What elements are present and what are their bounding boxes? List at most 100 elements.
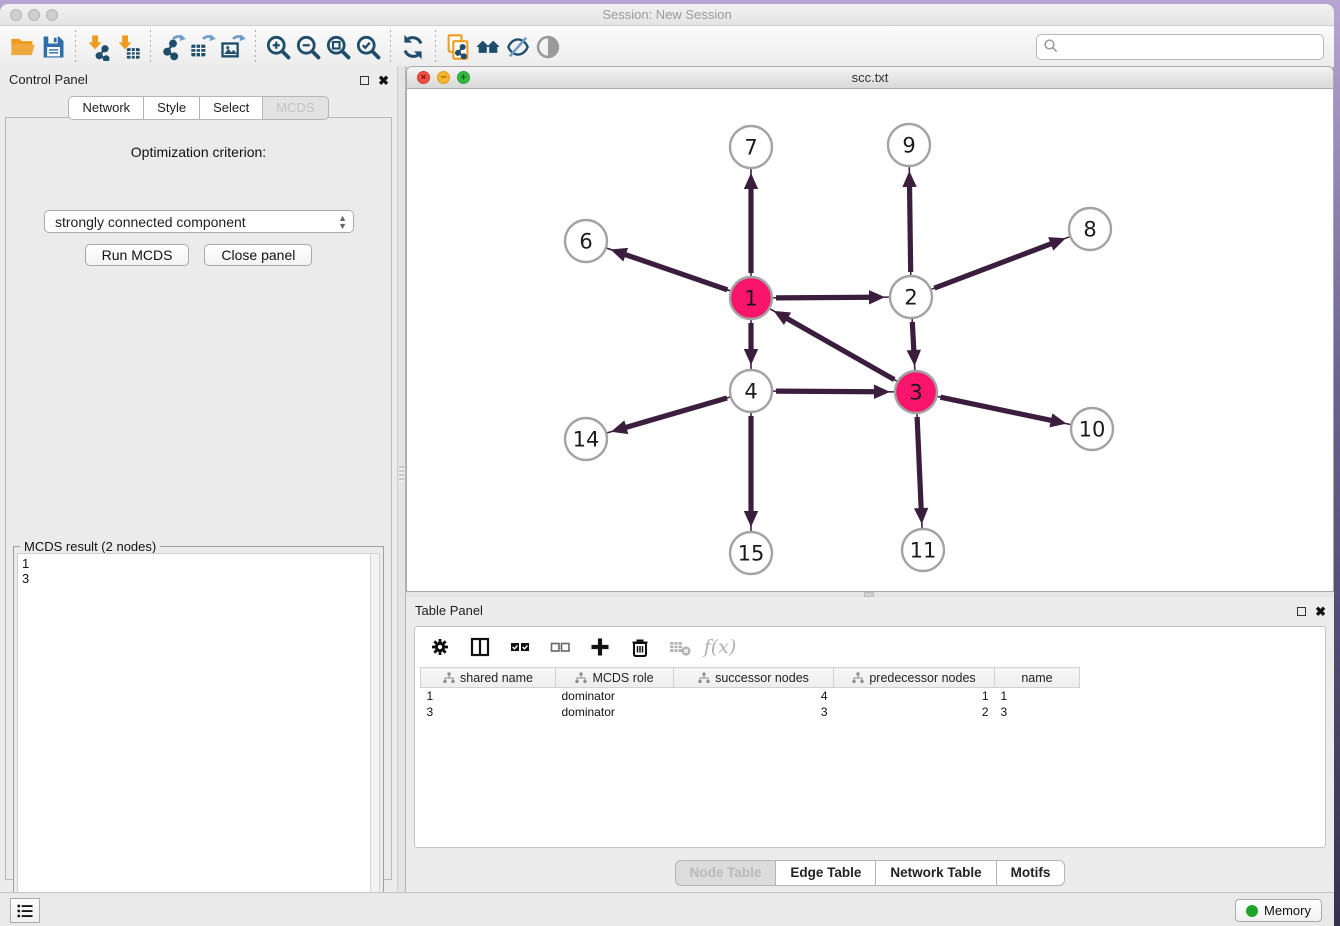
export-network-icon[interactable] (158, 32, 188, 62)
table-panel-header: Table Panel ✖ (406, 597, 1334, 625)
graph-edge-2-3[interactable] (907, 319, 921, 370)
graph-edge-3-1[interactable] (770, 309, 897, 381)
mcds-result-scrollbar[interactable] (370, 553, 380, 914)
vertical-split-handle[interactable] (399, 466, 404, 482)
graph-edge-3-11[interactable] (914, 414, 928, 528)
graph-edge-1-7[interactable] (744, 169, 758, 276)
graph-edge-4-3[interactable] (773, 385, 894, 399)
zoom-in-icon[interactable] (263, 32, 293, 62)
hide-details-icon[interactable] (503, 32, 533, 62)
task-history-button[interactable] (10, 898, 40, 923)
add-row-icon[interactable] (587, 634, 613, 660)
graph-edge-1-4[interactable] (744, 320, 758, 369)
tab-edge-table[interactable]: Edge Table (776, 860, 876, 886)
toggle-details-icon[interactable] (533, 32, 563, 62)
first-neighbors-icon[interactable] (473, 32, 503, 62)
table-cell[interactable]: 1 (995, 688, 1080, 704)
export-table-icon[interactable] (188, 32, 218, 62)
graph-node-11[interactable]: 11 (902, 529, 944, 571)
search-box[interactable] (1036, 34, 1324, 60)
tab-network[interactable]: Network (68, 96, 144, 120)
svg-text:10: 10 (1079, 418, 1106, 442)
table-row[interactable]: 1dominator411 (421, 688, 1080, 704)
tab-mcds[interactable]: MCDS (263, 96, 328, 120)
network-view-titlebar: × − + scc.txt (407, 67, 1333, 89)
tab-select[interactable]: Select (200, 96, 263, 120)
table-cell[interactable]: dominator (556, 704, 674, 720)
graph-node-3[interactable]: 3 (895, 371, 937, 413)
table-cell[interactable]: 1 (834, 688, 995, 704)
table-cell[interactable]: 4 (674, 688, 834, 704)
svg-text:11: 11 (910, 539, 937, 563)
delete-row-icon[interactable] (627, 634, 653, 660)
clone-network-icon[interactable] (443, 32, 473, 62)
zoom-fit-icon[interactable] (323, 32, 353, 62)
graph-node-7[interactable]: 7 (730, 126, 772, 168)
search-input[interactable] (1062, 37, 1323, 57)
column-header-name[interactable]: name (995, 668, 1080, 688)
graph-node-10[interactable]: 10 (1071, 408, 1113, 450)
column-header-MCDS-role[interactable]: MCDS role (556, 668, 674, 688)
criterion-dropdown[interactable]: strongly connected component ▲▼ (44, 210, 354, 233)
save-session-icon[interactable] (38, 32, 68, 62)
graph-edge-2-9[interactable] (902, 167, 916, 275)
graph-edge-1-6[interactable] (607, 248, 730, 291)
import-table-icon[interactable] (113, 32, 143, 62)
graph-node-2[interactable]: 2 (890, 276, 932, 318)
table-cell[interactable]: 2 (834, 704, 995, 720)
column-header-shared-name[interactable]: shared name (421, 668, 556, 688)
stepper-icon: ▲▼ (338, 214, 347, 230)
graph-node-14[interactable]: 14 (565, 418, 607, 460)
deselect-all-icon[interactable] (547, 634, 573, 660)
control-panel-close-icon[interactable]: ✖ (378, 76, 389, 85)
table-panel: Table Panel ✖ f(x) shared nameMCDS roles… (406, 597, 1334, 892)
graph-node-1[interactable]: 1 (730, 277, 772, 319)
tab-motifs[interactable]: Motifs (997, 860, 1066, 886)
control-panel-float-icon[interactable] (360, 76, 369, 85)
delete-table-icon[interactable] (667, 634, 693, 660)
graph-node-15[interactable]: 15 (730, 532, 772, 574)
table-row[interactable]: 3dominator323 (421, 704, 1080, 720)
zoom-out-icon[interactable] (293, 32, 323, 62)
table-cell[interactable]: 3 (995, 704, 1080, 720)
table-cell[interactable]: dominator (556, 688, 674, 704)
graph-edge-4-14[interactable] (607, 397, 730, 434)
settings-gear-icon[interactable] (427, 634, 453, 660)
graph-node-9[interactable]: 9 (888, 124, 930, 166)
tab-node-table[interactable]: Node Table (675, 860, 777, 886)
criterion-dropdown-value: strongly connected component (55, 214, 246, 230)
column-header-successor-nodes[interactable]: successor nodes (674, 668, 834, 688)
table-panel-float-icon[interactable] (1297, 607, 1306, 616)
graph-node-6[interactable]: 6 (565, 220, 607, 262)
graph-edge-3-10[interactable] (938, 397, 1071, 428)
toolbar-separator (435, 30, 436, 64)
svg-text:1: 1 (744, 287, 757, 311)
open-folder-icon[interactable] (8, 32, 38, 62)
graph-node-4[interactable]: 4 (730, 370, 772, 412)
graph-node-8[interactable]: 8 (1069, 208, 1111, 250)
export-image-icon[interactable] (218, 32, 248, 62)
run-mcds-button[interactable]: Run MCDS (85, 244, 190, 266)
column-header-predecessor-nodes[interactable]: predecessor nodes (834, 668, 995, 688)
function-builder-icon[interactable]: f(x) (707, 634, 733, 660)
graph-edge-1-2[interactable] (773, 290, 889, 304)
show-columns-icon[interactable] (467, 634, 493, 660)
graph-edge-2-8[interactable] (932, 237, 1070, 289)
tab-network-table[interactable]: Network Table (876, 860, 996, 886)
zoom-selected-icon[interactable] (353, 32, 383, 62)
import-network-icon[interactable] (83, 32, 113, 62)
table-panel-close-icon[interactable]: ✖ (1315, 607, 1326, 616)
table-cell[interactable]: 3 (421, 704, 556, 720)
table-cell[interactable]: 3 (674, 704, 834, 720)
refresh-layout-icon[interactable] (398, 32, 428, 62)
table-cell[interactable]: 1 (421, 688, 556, 704)
control-panel: Control Panel ✖ NetworkStyleSelectMCDS O… (0, 66, 397, 892)
memory-button[interactable]: Memory (1235, 899, 1322, 922)
close-panel-button[interactable]: Close panel (204, 244, 312, 266)
tab-style[interactable]: Style (144, 96, 200, 120)
mcds-result-text[interactable]: 1 3 (17, 553, 370, 914)
vertical-split-divider[interactable] (397, 66, 406, 892)
network-canvas[interactable]: 1 2 3 4 6 7 8 9 10 11 14 15 (407, 89, 1333, 592)
select-all-icon[interactable] (507, 634, 533, 660)
graph-edge-4-15[interactable] (744, 413, 758, 531)
